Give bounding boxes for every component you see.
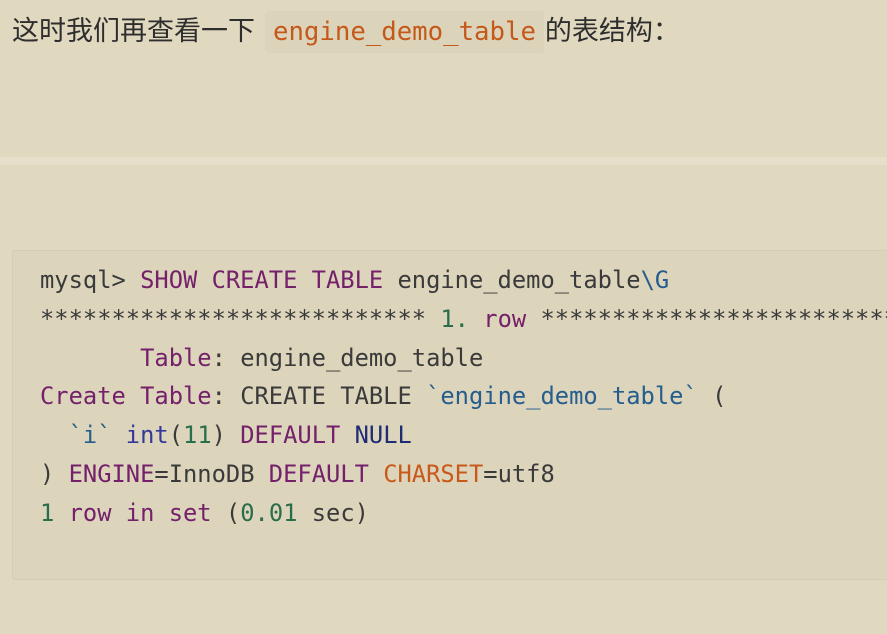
table-name: engine_demo_table — [383, 266, 641, 294]
sql-keyword: ENGINE — [68, 459, 155, 488]
result-text: row in set — [54, 498, 212, 527]
time-unit: sec) — [297, 498, 369, 527]
column-name: `i` — [40, 421, 112, 450]
row-label: row — [468, 304, 527, 333]
intro-paragraph: 这时我们再查看一下 engine_demo_table 的表结构： — [12, 11, 680, 53]
article-page: 这时我们再查看一下 engine_demo_table 的表结构： mysql> S… — [0, 0, 887, 634]
paragraph-trail-text: 的表结构： — [544, 16, 680, 47]
row-separator-left: *************************** — [40, 304, 441, 333]
null-literal: NULL — [340, 421, 412, 450]
inline-code-table-name: engine_demo_table — [265, 11, 544, 53]
field-label: Create Table — [40, 382, 212, 411]
sql-keyword: DEFAULT — [240, 421, 341, 450]
field-value: : engine_demo_table — [211, 343, 484, 372]
type-length: 11 — [183, 421, 212, 450]
code-line-create-table-field: Create Table: CREATE TABLE `engine_demo_… — [40, 377, 887, 416]
elapsed-time: 0.01 — [240, 498, 298, 527]
engine-value: =InnoDB — [154, 459, 269, 488]
row-separator-right: *************************** — [526, 304, 887, 333]
field-label: Table — [40, 343, 212, 372]
section-divider — [0, 157, 887, 165]
vertical-format-terminator: \G — [640, 266, 670, 294]
mysql-prompt: mysql> — [40, 266, 141, 294]
code-line-column-definition: `i` int(11) DEFAULT NULL — [40, 416, 887, 455]
charset-value: =utf8 — [483, 459, 555, 488]
charset-keyword: CHARSET — [368, 459, 484, 488]
open-paren: ( — [697, 382, 727, 411]
field-value: : CREATE TABLE — [211, 382, 427, 411]
code-line-table-options: ) ENGINE=InnoDB DEFAULT CHARSET=utf8 — [40, 455, 887, 494]
code-block[interactable]: mysql> SHOW CREATE TABLE engine_demo_tab… — [12, 250, 887, 580]
code-line-result-summary: 1 row in set (0.01 sec) — [40, 494, 887, 533]
data-type: int — [111, 421, 169, 450]
code-line-command: mysql> SHOW CREATE TABLE engine_demo_tab… — [40, 261, 887, 300]
row-number: 1. — [440, 304, 469, 333]
punctuation: ) — [211, 421, 241, 450]
punctuation: ( — [168, 421, 184, 450]
paragraph-lead-text: 这时我们再查看一下 — [12, 16, 255, 47]
code-line-row-header: *************************** 1. row *****… — [40, 300, 887, 339]
row-count: 1 — [40, 498, 55, 527]
code-line-table-field: Table: engine_demo_table — [40, 339, 887, 378]
sql-keyword: DEFAULT — [268, 459, 369, 488]
quoted-table-name: `engine_demo_table` — [426, 382, 698, 411]
close-paren: ) — [40, 459, 69, 488]
sql-keyword: SHOW CREATE TABLE — [140, 266, 384, 294]
punctuation: ( — [211, 498, 241, 527]
